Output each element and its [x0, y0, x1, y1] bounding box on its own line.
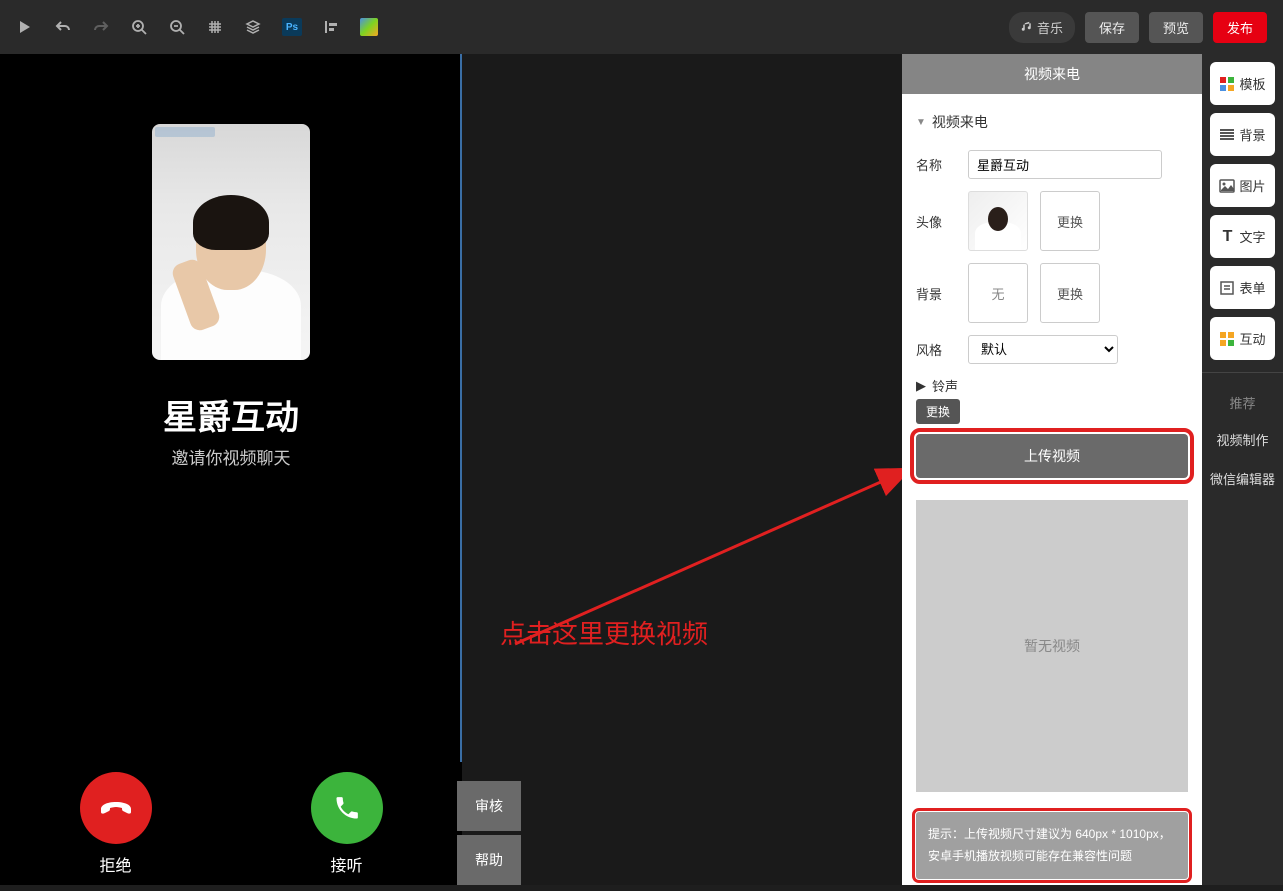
canvas-area: 星爵互动 邀请你视频聊天 拒绝 接听 点击这里更换视频 审核 帮助	[0, 54, 902, 885]
ringtone-row[interactable]: ▶ 铃声	[916, 376, 1188, 395]
zoom-in-icon[interactable]	[130, 18, 148, 36]
name-label: 名称	[916, 155, 956, 174]
name-input[interactable]	[968, 150, 1162, 179]
panel-body: ▼ 视频来电 名称 头像 更换 背景 无 更换 风格 默认 ▶ 铃声 更换 上传视频	[902, 94, 1202, 891]
redo-icon	[92, 18, 110, 36]
video-placeholder: 暂无视频	[916, 500, 1188, 792]
reject-button[interactable]	[80, 772, 152, 844]
gradient-icon[interactable]	[360, 18, 378, 36]
sidebar-label: 图片	[1239, 176, 1265, 195]
style-row: 风格 默认	[916, 335, 1188, 364]
section-toggle[interactable]: ▼ 视频来电	[916, 106, 1188, 138]
sidebar-item-form[interactable]: 表单	[1210, 266, 1275, 309]
background-icon	[1219, 127, 1235, 143]
sidebar-item-background[interactable]: 背景	[1210, 113, 1275, 156]
phone-icon	[333, 794, 361, 822]
help-button[interactable]: 帮助	[457, 835, 521, 885]
avatar-thumbnail[interactable]	[968, 191, 1028, 251]
background-none-box[interactable]: 无	[968, 263, 1028, 323]
play-small-icon: ▶	[916, 378, 926, 394]
preview-button[interactable]: 预览	[1149, 12, 1203, 43]
sidebar-label: 文字	[1239, 227, 1265, 246]
play-icon[interactable]	[16, 18, 34, 36]
reject-column: 拒绝	[0, 762, 231, 885]
side-action-buttons: 审核 帮助	[457, 777, 521, 885]
accept-column: 接听	[231, 762, 462, 885]
caller-name: 星爵互动	[0, 390, 462, 439]
caller-avatar-image	[152, 124, 310, 360]
music-label: 音乐	[1037, 18, 1063, 37]
layers-icon[interactable]	[244, 18, 262, 36]
avatar-change-button[interactable]: 更换	[1040, 191, 1100, 251]
sidebar-label: 表单	[1239, 278, 1265, 297]
sidebar-divider	[1202, 372, 1283, 373]
sidebar-item-image[interactable]: 图片	[1210, 164, 1275, 207]
save-button[interactable]: 保存	[1085, 12, 1139, 43]
review-button[interactable]: 审核	[457, 781, 521, 831]
sidebar-item-template[interactable]: 模板	[1210, 62, 1275, 105]
right-sidebar: 模板 背景 图片 T文字 表单 互动 推荐 视频制作 微信编辑器	[1202, 54, 1283, 885]
recommend-label: 推荐	[1202, 385, 1283, 420]
sidebar-label: 互动	[1239, 329, 1265, 348]
text-icon: T	[1219, 229, 1235, 245]
interact-icon	[1219, 331, 1235, 347]
background-label: 背景	[916, 284, 956, 303]
ringtone-label: 铃声	[932, 376, 958, 395]
style-label: 风格	[916, 340, 956, 359]
background-row: 背景 无 更换	[916, 263, 1188, 323]
sidebar-link-wechat-editor[interactable]: 微信编辑器	[1202, 459, 1283, 498]
hangup-icon	[99, 801, 133, 815]
reject-label: 拒绝	[99, 852, 131, 876]
properties-panel: 视频来电 ▼ 视频来电 名称 头像 更换 背景 无 更换 风格 默认 ▶ 铃声 更换	[902, 54, 1202, 885]
call-buttons-bar: 拒绝 接听	[0, 762, 462, 885]
sidebar-item-text[interactable]: T文字	[1210, 215, 1275, 258]
toolbar-icons-group: Ps	[16, 18, 378, 36]
grid-icon[interactable]	[206, 18, 224, 36]
tip-box: 提示：上传视频尺寸建议为 640px * 1010px，安卓手机播放视频可能存在…	[916, 812, 1188, 879]
panel-header: 视频来电	[902, 54, 1202, 94]
name-row: 名称	[916, 150, 1188, 179]
top-toolbar: Ps 音乐 保存 预览 发布	[0, 0, 1283, 54]
image-icon	[1219, 178, 1235, 194]
toolbar-right-group: 音乐 保存 预览 发布	[1009, 12, 1267, 43]
music-button[interactable]: 音乐	[1009, 12, 1075, 43]
accept-button[interactable]	[311, 772, 383, 844]
avatar-label: 头像	[916, 212, 956, 231]
ps-icon[interactable]: Ps	[282, 18, 302, 36]
accept-label: 接听	[330, 852, 362, 876]
zoom-out-icon[interactable]	[168, 18, 186, 36]
avatar-row: 头像 更换	[916, 191, 1188, 251]
sidebar-label: 背景	[1239, 125, 1265, 144]
call-subtitle: 邀请你视频聊天	[0, 444, 462, 469]
sidebar-label: 模板	[1239, 74, 1265, 93]
undo-icon[interactable]	[54, 18, 72, 36]
annotation-text: 点击这里更换视频	[500, 614, 708, 651]
sidebar-link-video-maker[interactable]: 视频制作	[1202, 420, 1283, 459]
form-icon	[1219, 280, 1235, 296]
template-icon	[1219, 76, 1235, 92]
collapse-icon: ▼	[916, 117, 926, 128]
ringtone-change-button[interactable]: 更换	[916, 399, 960, 424]
sidebar-item-interact[interactable]: 互动	[1210, 317, 1275, 360]
section-title-text: 视频来电	[932, 112, 988, 132]
align-icon[interactable]	[322, 18, 340, 36]
background-change-button[interactable]: 更换	[1040, 263, 1100, 323]
phone-preview[interactable]: 星爵互动 邀请你视频聊天	[0, 54, 462, 814]
upload-video-button[interactable]: 上传视频	[916, 434, 1188, 478]
publish-button[interactable]: 发布	[1213, 12, 1267, 43]
style-select[interactable]: 默认	[968, 335, 1118, 364]
